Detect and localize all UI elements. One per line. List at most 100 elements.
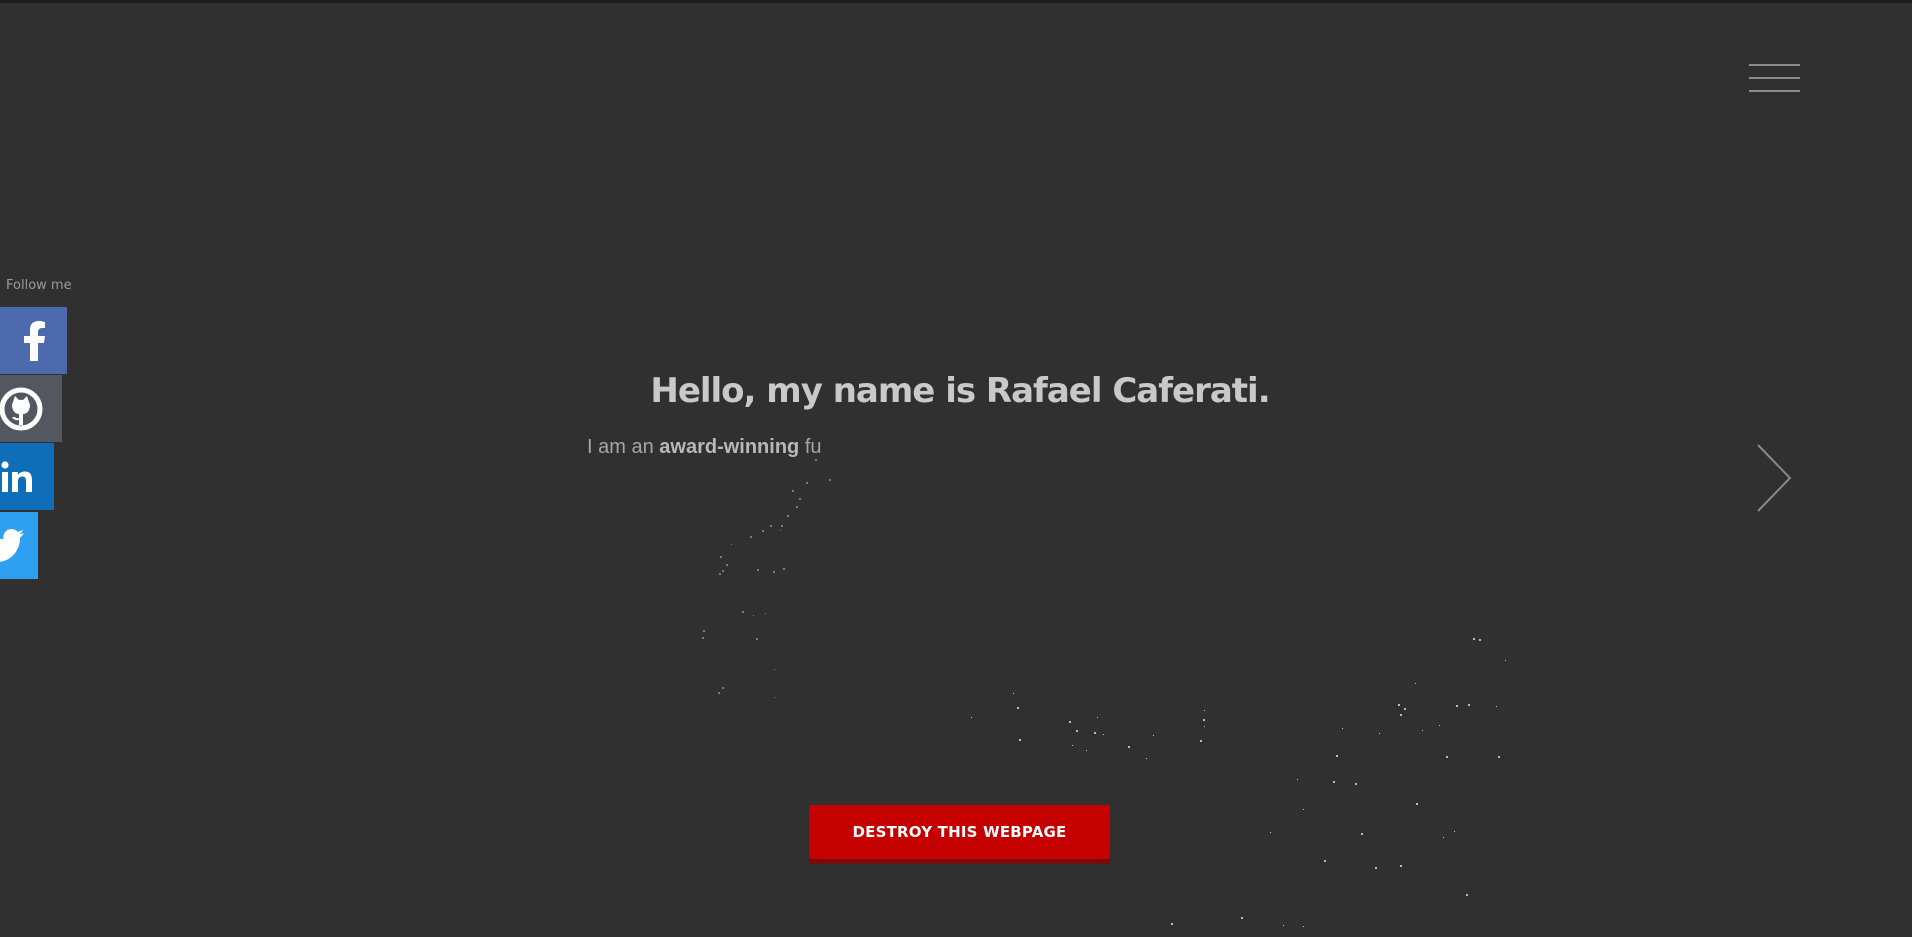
particle — [1422, 730, 1423, 731]
tagline-suffix: fu — [799, 436, 822, 458]
particle — [1361, 833, 1363, 835]
particle — [1375, 867, 1377, 869]
particle — [1398, 704, 1400, 706]
particle — [1072, 745, 1073, 746]
twitter-link[interactable] — [0, 512, 38, 579]
particle — [1496, 706, 1497, 707]
particle — [1324, 860, 1326, 862]
particle — [773, 571, 775, 573]
particle — [774, 669, 775, 670]
particle — [1017, 707, 1019, 709]
particle — [742, 611, 744, 613]
particle — [1443, 837, 1444, 838]
particle — [719, 573, 721, 575]
particle — [756, 638, 758, 640]
particle — [1468, 704, 1470, 706]
particle — [806, 482, 808, 484]
particle — [1400, 865, 1402, 867]
particle — [1019, 739, 1021, 741]
particle-field — [702, 459, 1506, 927]
particle — [1415, 683, 1416, 684]
particle — [1097, 717, 1098, 718]
particle — [1094, 732, 1096, 734]
particle — [1171, 923, 1173, 925]
particle — [726, 564, 728, 566]
particle — [1498, 756, 1500, 758]
facebook-link[interactable] — [0, 307, 67, 374]
particle — [1446, 756, 1448, 758]
particle — [783, 568, 785, 570]
particle — [1270, 832, 1271, 833]
particle — [753, 615, 754, 616]
tagline-emphasis: award-winning — [659, 436, 800, 458]
particle — [1128, 746, 1130, 748]
facebook-icon — [22, 320, 46, 361]
hamburger-menu-icon[interactable] — [1747, 63, 1802, 95]
particle — [702, 637, 704, 639]
particle — [1416, 803, 1418, 805]
particle — [1283, 925, 1284, 926]
particle — [762, 530, 764, 532]
particle — [1404, 708, 1406, 710]
particle — [770, 525, 772, 527]
menu-line — [1749, 64, 1800, 66]
particle — [1303, 809, 1304, 810]
page-title: Hello, my name is Rafael Caferati. — [650, 371, 1270, 411]
particle — [1203, 719, 1205, 721]
chevron-right-icon[interactable] — [1752, 443, 1792, 513]
menu-line — [1749, 90, 1800, 92]
particle — [1456, 705, 1458, 707]
particle — [796, 506, 798, 508]
particle — [1241, 917, 1243, 919]
page-stage: Follow me Hello, my name is Rafael Cafer… — [0, 0, 1912, 937]
particle — [781, 525, 783, 527]
particle — [774, 697, 775, 698]
particle — [757, 569, 759, 571]
particle — [829, 479, 831, 481]
particle — [792, 490, 794, 492]
particle — [1379, 733, 1380, 734]
particle — [1200, 740, 1202, 742]
particle — [1479, 639, 1481, 641]
particle — [1355, 783, 1357, 785]
particle — [720, 556, 722, 558]
particle — [731, 544, 732, 545]
tagline-prefix: I am an — [587, 436, 660, 458]
particle — [1013, 693, 1014, 694]
particle — [722, 570, 724, 572]
particle — [1146, 758, 1147, 759]
particle — [722, 687, 724, 689]
particle — [1333, 781, 1335, 783]
particle — [787, 515, 789, 517]
twitter-icon — [0, 528, 24, 563]
particle — [780, 530, 781, 531]
tagline: I am an award-winning fu — [587, 436, 822, 459]
particle — [1336, 755, 1338, 757]
particle — [1076, 730, 1078, 732]
particle — [1303, 926, 1304, 927]
particle — [1466, 894, 1468, 896]
particle — [703, 630, 705, 632]
follow-me-label: Follow me — [6, 278, 72, 293]
particle — [765, 613, 766, 614]
particle — [718, 692, 720, 694]
particle — [1454, 831, 1455, 832]
particle — [1153, 735, 1154, 736]
particle — [1473, 638, 1475, 640]
destroy-webpage-button[interactable]: DESTROY THIS WEBPAGE — [809, 805, 1110, 859]
particle — [1342, 728, 1343, 729]
particle — [799, 498, 801, 500]
particle — [1505, 660, 1506, 661]
linkedin-link[interactable] — [0, 443, 54, 510]
linkedin-icon — [1, 460, 36, 493]
particle — [750, 536, 752, 538]
particle — [1086, 750, 1087, 751]
particle — [1069, 721, 1071, 723]
particle — [971, 717, 972, 718]
particle — [815, 459, 817, 461]
particle — [1204, 710, 1205, 711]
menu-line — [1749, 77, 1800, 79]
particle — [1297, 779, 1298, 780]
particle — [1400, 714, 1402, 716]
particle — [1103, 734, 1104, 735]
